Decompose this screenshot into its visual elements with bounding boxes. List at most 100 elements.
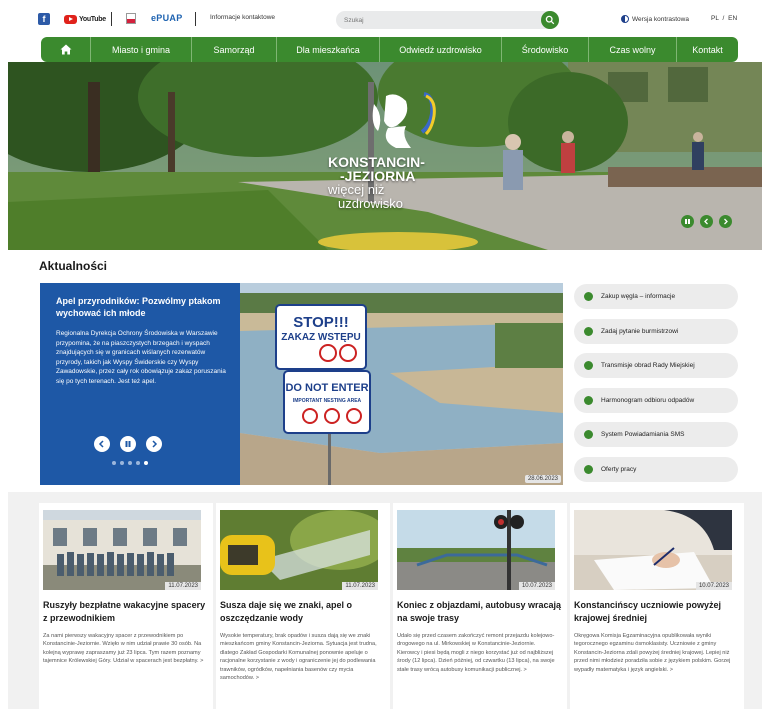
chevron-right-icon [152,440,158,448]
contrast-toggle[interactable]: Wersja kontrastowa [621,15,689,23]
nav-item-dla-mieszkanca[interactable]: Dla mieszkańca [276,37,379,62]
divider [111,12,112,26]
hero-prev-button[interactable] [700,215,713,228]
pause-icon [685,219,690,224]
main-nav: Miasto i gmina Samorząd Dla mieszkańca O… [41,37,738,62]
search-input[interactable] [344,14,534,26]
nav-item-kontakt[interactable]: Kontakt [676,37,738,62]
youtube-icon [64,15,77,24]
quick-link-wegiel[interactable]: Zakup węgla – informacje [574,284,738,309]
bullet-icon [584,465,593,474]
slide-date: 28.06.2023 [524,475,561,483]
poland-flag-icon[interactable] [126,13,136,24]
group-photo [43,510,201,590]
contrast-icon [621,15,629,23]
quick-link-label: System Powiadamiania SMS [601,431,685,438]
slide-title[interactable]: Apel przyrodników: Pozwólmy ptakom wycho… [56,295,226,319]
hero-next-button[interactable] [719,215,732,228]
youtube-label: YouTube [79,16,106,23]
news-slider: Apel przyrodników: Pozwólmy ptakom wycho… [40,283,563,485]
news-card-excerpt: Udało się przed czasem zakończyć remont … [397,633,555,673]
hero-slogan: KONSTANCIN- -JEZIORNA więcej niż uzdrowi… [328,155,425,211]
chevron-left-icon [704,218,708,225]
quick-link-label: Transmisje obrad Rady Miejskiej [601,362,695,369]
slide-next-button[interactable] [146,436,162,452]
river-signs-photo: STOP!!! ZAKAZ WSTĘPU DO NOT ENTER IMPORT… [240,283,563,485]
slide-dot[interactable] [136,461,140,465]
news-card-photo[interactable]: 10.07.2023 [574,510,732,590]
news-card-excerpt: Wysokie temperatury, brak opadów i susza… [220,633,377,682]
news-card-date: 10.07.2023 [518,582,555,590]
quick-link-sms[interactable]: System Powiadamiania SMS [574,422,738,447]
news-card-title[interactable]: Ruszyły bezpłatne wakacyjne spacery z pr… [43,599,209,625]
sign-nesting-text: IMPORTANT NESTING AREA [293,398,362,404]
divider [195,12,196,26]
top-bar: f YouTube ePUAP Informacje kontaktowe We… [0,0,762,38]
water-hose-photo [220,510,378,590]
nav-item-miasto[interactable]: Miasto i gmina [90,37,191,62]
pause-icon [125,441,131,447]
quick-link-label: Zakup węgla – informacje [601,293,676,300]
hero-pause-button[interactable] [681,215,694,228]
epuap-logo-link[interactable]: ePUAP [151,13,183,23]
search-bar [336,11,559,29]
news-card-photo[interactable]: 11.07.2023 [43,510,201,590]
hero-banner: KONSTANCIN- -JEZIORNA więcej niż uzdrowi… [8,62,762,250]
news-card[interactable]: 10.07.2023 Koniec z objazdami, autobusy … [393,503,567,709]
slide-dot[interactable] [120,461,124,465]
student-writing-photo [574,510,732,590]
news-card-excerpt: Okręgowa Komisja Egzaminacyjna opublikow… [574,633,731,673]
nav-item-czas-wolny[interactable]: Czas wolny [588,37,676,62]
nav-item-srodowisko[interactable]: Środowisko [501,37,588,62]
slide-body: Regionalna Dyrekcja Ochrony Środowiska w… [56,330,226,385]
slide-dot[interactable] [128,461,132,465]
news-card-date: 11.07.2023 [342,582,378,590]
youtube-link[interactable]: YouTube [64,14,106,25]
news-card-title[interactable]: Konstancińscy uczniowie powyżej krajowej… [574,599,740,625]
railway-crossing-photo [397,510,555,590]
nav-home[interactable] [41,37,90,62]
bullet-icon [584,361,593,370]
home-icon [60,44,71,55]
quick-link-harmonogram[interactable]: Harmonogram odbioru odpadów [574,388,738,413]
slide-text-panel[interactable]: Apel przyrodników: Pozwólmy ptakom wycho… [40,283,240,485]
news-card-date: 10.07.2023 [695,582,732,590]
news-card-date: 11.07.2023 [165,582,201,590]
contact-info-link[interactable]: Informacje kontaktowe [210,14,275,21]
news-card-photo[interactable]: 11.07.2023 [220,510,378,590]
search-button[interactable] [541,11,559,29]
quick-link-transmisje[interactable]: Transmisje obrad Rady Miejskiej [574,353,738,378]
section-title-news: Aktualności [39,259,108,273]
news-card[interactable]: 11.07.2023 Susza daje się we znaki, apel… [216,503,390,709]
hero-line: -JEZIORNA [340,167,416,184]
slide-dot[interactable] [112,461,116,465]
quick-link-label: Oferty pracy [601,466,637,473]
quick-link-pytanie[interactable]: Zadaj pytanie burmistrzowi [574,319,738,344]
news-card[interactable]: 10.07.2023 Konstancińscy uczniowie powyż… [570,503,744,709]
nav-item-samorzad[interactable]: Samorząd [191,37,276,62]
slide-dot-active[interactable] [144,461,148,465]
quick-link-label: Harmonogram odbioru odpadów [601,397,695,404]
nav-item-odwiedz[interactable]: Odwiedź uzdrowisko [379,37,501,62]
slide-photo[interactable]: STOP!!! ZAKAZ WSTĘPU DO NOT ENTER IMPORT… [240,283,563,485]
konstancin-logo [372,92,436,148]
hero-line: więcej niż [328,182,385,197]
news-card-title[interactable]: Susza daje się we znaki, apel o oszczędz… [220,599,386,625]
chevron-left-icon [98,440,104,448]
news-card-photo[interactable]: 10.07.2023 [397,510,555,590]
chevron-right-icon [724,218,728,225]
slide-pause-button[interactable] [120,436,136,452]
language-switch[interactable]: PL / EN [711,15,737,22]
contrast-label: Wersja kontrastowa [632,15,689,23]
quick-link-label: Zadaj pytanie burmistrzowi [601,328,679,335]
hero-line: uzdrowisko [338,195,404,211]
sign-zakaz-text: ZAKAZ WSTĘPU [281,332,360,343]
facebook-icon[interactable]: f [38,13,50,25]
slide-prev-button[interactable] [94,436,110,452]
search-icon [545,15,555,25]
bullet-icon [584,396,593,405]
news-card-title[interactable]: Koniec z objazdami, autobusy wracają na … [397,599,563,625]
news-card[interactable]: 11.07.2023 Ruszyły bezpłatne wakacyjne s… [39,503,213,709]
quick-link-oferty[interactable]: Oferty pracy [574,457,738,482]
bullet-icon [584,327,593,336]
